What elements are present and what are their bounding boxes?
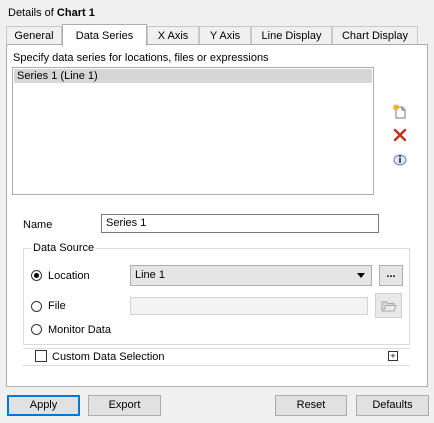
tab-y-axis[interactable]: Y Axis [199, 26, 251, 44]
tab-data-series[interactable]: Data Series [62, 24, 147, 46]
reset-button[interactable]: Reset [275, 395, 347, 416]
tab-label: Chart Display [341, 30, 409, 42]
tab-label: Data Series [75, 30, 134, 42]
title-prefix: Details of [8, 7, 57, 19]
delete-icon[interactable] [392, 127, 408, 143]
expand-icon[interactable]: + [388, 351, 398, 361]
series-listbox[interactable]: Series 1 (Line 1) [12, 67, 374, 195]
export-button[interactable]: Export [88, 395, 161, 416]
defaults-button[interactable]: Defaults [356, 395, 429, 416]
tab-label: X Axis [157, 30, 189, 42]
location-radio[interactable] [31, 270, 42, 281]
location-dropdown[interactable]: Line 1 [130, 265, 372, 286]
folder-open-icon [381, 301, 397, 311]
info-icon[interactable] [392, 151, 408, 167]
custom-data-selection-checkbox[interactable] [35, 350, 47, 362]
tab-label: Line Display [261, 30, 322, 42]
tab-label: General [14, 30, 54, 42]
title-subject: Chart 1 [56, 7, 95, 19]
name-field[interactable]: Series 1 [101, 214, 379, 233]
tab-chart-display[interactable]: Chart Display [332, 26, 418, 44]
file-label: File [48, 300, 66, 312]
data-source-legend: Data Source [31, 242, 97, 254]
chevron-down-icon [357, 273, 365, 278]
file-radio[interactable] [31, 301, 42, 312]
location-browse-button[interactable]: ... [379, 265, 403, 286]
radio-selected-dot [34, 273, 39, 278]
tab-x-axis[interactable]: X Axis [147, 26, 199, 44]
apply-button[interactable]: Apply [7, 395, 80, 416]
dialog-title: Details of Chart 1 [8, 7, 95, 19]
list-item[interactable]: Series 1 (Line 1) [14, 69, 372, 83]
name-label: Name [23, 219, 53, 231]
location-value: Line 1 [135, 269, 165, 281]
tab-line-display[interactable]: Line Display [251, 26, 332, 44]
file-browse-button[interactable] [375, 293, 402, 318]
tab-general[interactable]: General [6, 26, 62, 44]
monitor-data-radio[interactable] [31, 324, 42, 335]
custom-data-selection-label: Custom Data Selection [52, 351, 165, 363]
location-label: Location [48, 270, 90, 282]
new-series-icon[interactable] [392, 104, 408, 120]
series-hint: Specify data series for locations, files… [13, 52, 269, 64]
monitor-data-label: Monitor Data [48, 324, 111, 336]
tab-label: Y Axis [209, 30, 241, 42]
file-path-field[interactable] [130, 297, 368, 315]
